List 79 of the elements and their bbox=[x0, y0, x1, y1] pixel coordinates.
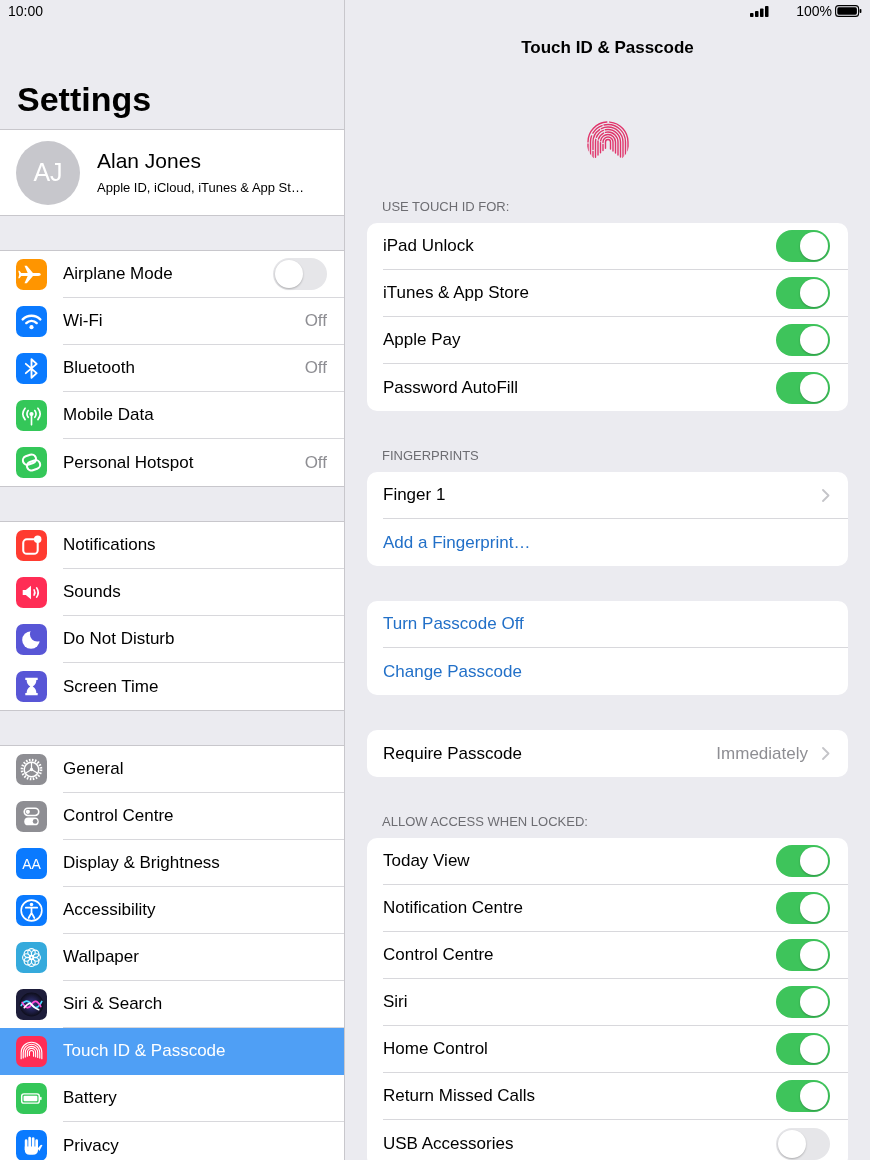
sidebar-item[interactable]: Privacy bbox=[0, 1122, 344, 1160]
profile-card[interactable]: AJ Alan Jones Apple ID, iCloud, iTunes & App St… bbox=[0, 129, 344, 216]
switches-icon bbox=[16, 801, 47, 832]
row-label: Siri bbox=[383, 992, 408, 1012]
status-value: Off bbox=[304, 452, 327, 473]
battery-percent: 100% bbox=[796, 3, 832, 19]
profile-subtitle: Apple ID, iCloud, iTunes & App St… bbox=[97, 180, 304, 196]
hourglass-icon bbox=[16, 671, 47, 702]
sidebar-item[interactable]: Do Not Disturb bbox=[0, 616, 344, 663]
sidebar-item[interactable]: Mobile Data bbox=[0, 392, 344, 439]
sidebar-title: Settings bbox=[17, 79, 152, 119]
profile-name: Alan Jones bbox=[97, 149, 201, 173]
toggle-switch[interactable] bbox=[776, 939, 830, 971]
sidebar-item[interactable]: Notifications bbox=[0, 522, 344, 569]
action-link[interactable]: Add a Fingerprint… bbox=[383, 532, 531, 553]
sidebar-item[interactable]: Personal Hotspot Off bbox=[0, 439, 344, 486]
sidebar-item[interactable]: General bbox=[0, 746, 344, 793]
battery-icon bbox=[835, 5, 862, 17]
chain-link-icon bbox=[16, 447, 47, 478]
sidebar-item[interactable]: Bluetooth Off bbox=[0, 345, 344, 392]
toggle-switch[interactable] bbox=[776, 845, 830, 877]
toggle-switch[interactable] bbox=[776, 230, 830, 262]
sidebar-item[interactable]: AA Display & Brightness bbox=[0, 840, 344, 887]
row-label: Today View bbox=[383, 851, 470, 871]
page-title: Touch ID & Passcode bbox=[521, 38, 694, 58]
speaker-icon bbox=[16, 577, 47, 608]
toggle-switch[interactable] bbox=[776, 1127, 830, 1160]
row-label: Home Control bbox=[383, 1039, 488, 1059]
row-label: Password AutoFill bbox=[383, 377, 519, 398]
row-label: Notification Centre bbox=[383, 898, 523, 918]
text-size-icon: AA bbox=[16, 848, 47, 879]
fingerprint-icon bbox=[16, 1036, 47, 1067]
toggle-switch[interactable] bbox=[273, 258, 327, 290]
flower-icon bbox=[16, 942, 47, 973]
sidebar-item[interactable]: Control Centre bbox=[0, 793, 344, 840]
row-label: iPad Unlock bbox=[383, 236, 474, 256]
gear-icon bbox=[16, 754, 47, 785]
toggle-switch[interactable] bbox=[776, 1033, 830, 1065]
toggle-switch[interactable] bbox=[776, 986, 830, 1018]
section-header: ALLOW ACCESS WHEN LOCKED: bbox=[382, 814, 589, 830]
row-label: Apple Pay bbox=[383, 330, 461, 350]
airplane-icon bbox=[16, 259, 47, 290]
signal-icon bbox=[750, 5, 770, 17]
toggle-switch[interactable] bbox=[776, 277, 830, 309]
toggle-switch[interactable] bbox=[776, 371, 830, 404]
sidebar-item[interactable]: Wallpaper bbox=[0, 934, 344, 981]
row-label: Require Passcode bbox=[383, 743, 522, 764]
sidebar-item[interactable]: Sounds bbox=[0, 569, 344, 616]
battery-icon bbox=[16, 1083, 47, 1114]
row-label: Control Centre bbox=[383, 945, 494, 965]
chevron-icon bbox=[822, 488, 830, 502]
chevron-icon bbox=[822, 747, 830, 760]
sidebar-item[interactable]: Airplane Mode bbox=[0, 251, 344, 298]
section-header: USE TOUCH ID FOR: bbox=[382, 199, 511, 215]
moon-icon bbox=[16, 624, 47, 655]
avatar: AJ bbox=[16, 140, 80, 205]
status-value: Off bbox=[304, 358, 327, 378]
toggle-switch[interactable] bbox=[776, 892, 830, 924]
sidebar-item[interactable]: Battery bbox=[0, 1075, 344, 1122]
row-label: iTunes & App Store bbox=[383, 283, 529, 303]
sidebar-item[interactable]: Wi-Fi Off bbox=[0, 298, 344, 345]
action-link[interactable]: Change Passcode bbox=[383, 661, 522, 682]
toggle-switch[interactable] bbox=[776, 1080, 830, 1112]
section-header: FINGERPRINTS bbox=[382, 448, 480, 464]
status-value: Off bbox=[304, 311, 327, 331]
notification-icon bbox=[16, 530, 47, 561]
bluetooth-icon bbox=[16, 353, 47, 384]
wifi-icon bbox=[16, 306, 47, 337]
sidebar-item[interactable]: Accessibility bbox=[0, 887, 344, 934]
sidebar-item[interactable]: Screen Time bbox=[0, 663, 344, 710]
action-link[interactable]: Turn Passcode Off bbox=[383, 614, 524, 634]
antenna-icon bbox=[16, 400, 47, 431]
time-text: 10:00 bbox=[8, 3, 44, 19]
row-label: Return Missed Calls bbox=[383, 1086, 536, 1106]
value-text: Immediately bbox=[716, 743, 808, 764]
orb-icon bbox=[16, 989, 47, 1020]
toggle-switch[interactable] bbox=[776, 324, 830, 356]
row-label: Finger 1 bbox=[383, 485, 446, 505]
row-label: USB Accessories bbox=[383, 1133, 514, 1154]
